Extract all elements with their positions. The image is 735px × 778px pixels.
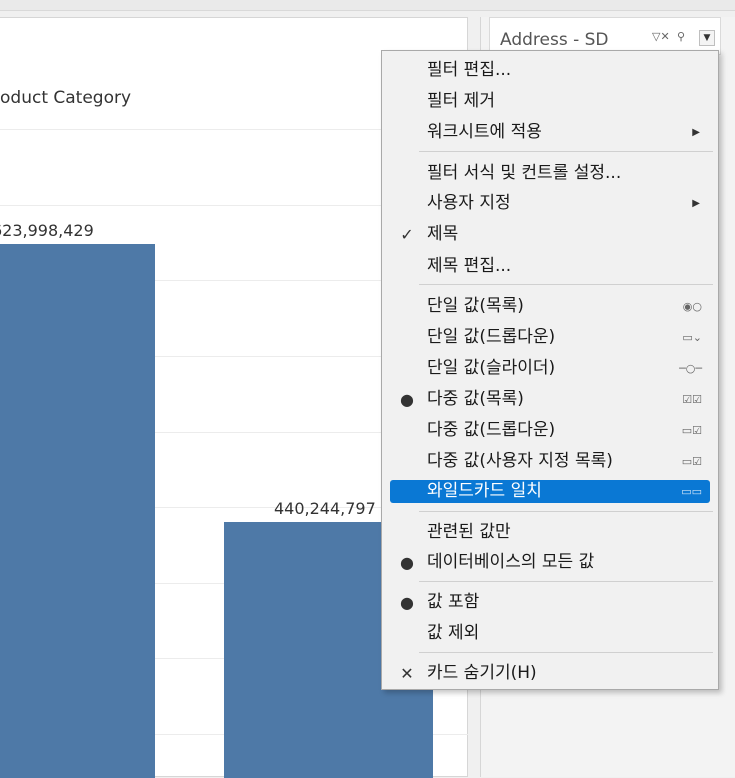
clear-filter-icon[interactable]: ▽✕ <box>652 30 670 43</box>
menu-item-label: 단일 값(목록) <box>427 296 524 316</box>
bullet-icon: ● <box>400 390 414 409</box>
menu-item-label: 사용자 지정 <box>427 193 511 213</box>
menu-separator <box>419 652 713 653</box>
menu-item-label: 워크시트에 적용 <box>427 122 542 142</box>
slider-icon: ─○─ <box>679 362 702 375</box>
menu-item-hide-card[interactable]: ✕ 카드 숨기기(H) <box>390 662 710 685</box>
menu-item-single-value-dropdown[interactable]: 단일 값(드롭다운) ▭⌄ <box>390 326 710 349</box>
menu-separator <box>419 151 713 152</box>
close-icon: ✕ <box>400 664 414 683</box>
search-icon[interactable]: ⚲ <box>677 30 685 43</box>
menu-item-multi-value-dropdown[interactable]: 다중 값(드롭다운) ▭☑ <box>390 419 710 442</box>
dropdown-icon: ▭⌄ <box>682 331 702 344</box>
menu-item-multi-value-custom-list[interactable]: 다중 값(사용자 지정 목록) ▭☑ <box>390 450 710 473</box>
menu-item-edit-title[interactable]: 제목 편집... <box>390 255 710 278</box>
menu-item-include-values[interactable]: ● 값 포함 <box>390 591 710 614</box>
menu-item-relevant-values-only[interactable]: 관련된 값만 <box>390 521 710 544</box>
menu-item-remove-filter[interactable]: 필터 제거 <box>390 90 710 113</box>
menu-item-label: 카드 숨기기(H) <box>427 663 537 683</box>
menu-item-label: 다중 값(사용자 지정 목록) <box>427 451 613 471</box>
menu-item-format-filter[interactable]: 필터 서식 및 컨트롤 설정... <box>390 162 710 185</box>
menu-item-single-value-slider[interactable]: 단일 값(슬라이더) ─○─ <box>390 357 710 380</box>
menu-item-label: 데이터베이스의 모든 값 <box>427 552 595 572</box>
filter-card-title: Address - SD <box>500 30 609 50</box>
menu-item-label: 단일 값(슬라이더) <box>427 358 556 378</box>
checkmark-icon: ✓ <box>400 225 414 244</box>
chevron-down-icon[interactable]: ▼ <box>699 30 715 46</box>
menu-item-label: 필터 서식 및 컨트롤 설정... <box>427 163 622 183</box>
custom-list-icon: ▭☑ <box>681 455 702 468</box>
filter-context-menu: 필터 편집... 필터 제거 워크시트에 적용 ▶ 필터 서식 및 컨트롤 설정… <box>381 50 719 690</box>
menu-item-all-values-in-database[interactable]: ● 데이터베이스의 모든 값 <box>390 551 710 574</box>
menu-separator <box>419 581 713 582</box>
menu-item-apply-to-worksheets[interactable]: 워크시트에 적용 ▶ <box>390 121 710 144</box>
submenu-arrow-icon: ▶ <box>692 198 700 209</box>
menu-item-label: 필터 편집... <box>427 60 512 80</box>
menu-item-label: 필터 제거 <box>427 91 495 111</box>
radio-list-icon: ◉○ <box>682 300 702 313</box>
menu-item-title[interactable]: ✓ 제목 <box>390 223 710 246</box>
menu-item-label: 와일드카드 일치 <box>427 481 542 501</box>
menu-item-label: 다중 값(목록) <box>427 389 524 409</box>
menu-item-label: 제목 편집... <box>427 256 512 276</box>
menu-item-label: 값 포함 <box>427 592 480 612</box>
menu-item-label: 값 제외 <box>427 623 480 643</box>
bar-1[interactable] <box>0 244 155 778</box>
checkbox-dropdown-icon: ▭☑ <box>681 424 702 437</box>
menu-separator <box>419 284 713 285</box>
menu-item-edit-filter[interactable]: 필터 편집... <box>390 59 710 82</box>
bullet-icon: ● <box>400 553 414 572</box>
menu-item-label: 단일 값(드롭다운) <box>427 327 556 347</box>
menu-item-exclude-values[interactable]: 값 제외 <box>390 622 710 645</box>
menu-item-multi-value-list[interactable]: ● 다중 값(목록) ☑☑ <box>390 388 710 411</box>
menu-item-single-value-list[interactable]: 단일 값(목록) ◉○ <box>390 295 710 318</box>
top-strip <box>0 0 735 11</box>
menu-item-label: 관련된 값만 <box>427 522 511 542</box>
menu-separator <box>419 511 713 512</box>
submenu-arrow-icon: ▶ <box>692 127 700 138</box>
menu-item-wildcard-match[interactable]: 와일드카드 일치 ▭▭ <box>390 480 710 503</box>
checkbox-list-icon: ☑☑ <box>682 393 702 406</box>
wildcard-icon: ▭▭ <box>681 485 702 498</box>
bullet-icon: ● <box>400 593 414 612</box>
menu-item-customize[interactable]: 사용자 지정 ▶ <box>390 192 710 215</box>
bar-label-2: 440,244,797 <box>274 499 376 518</box>
menu-item-label: 다중 값(드롭다운) <box>427 420 556 440</box>
bar-label-1: 623,998,429 <box>0 221 94 240</box>
menu-item-label: 제목 <box>427 224 459 244</box>
column-header[interactable]: oduct Category <box>0 88 131 108</box>
